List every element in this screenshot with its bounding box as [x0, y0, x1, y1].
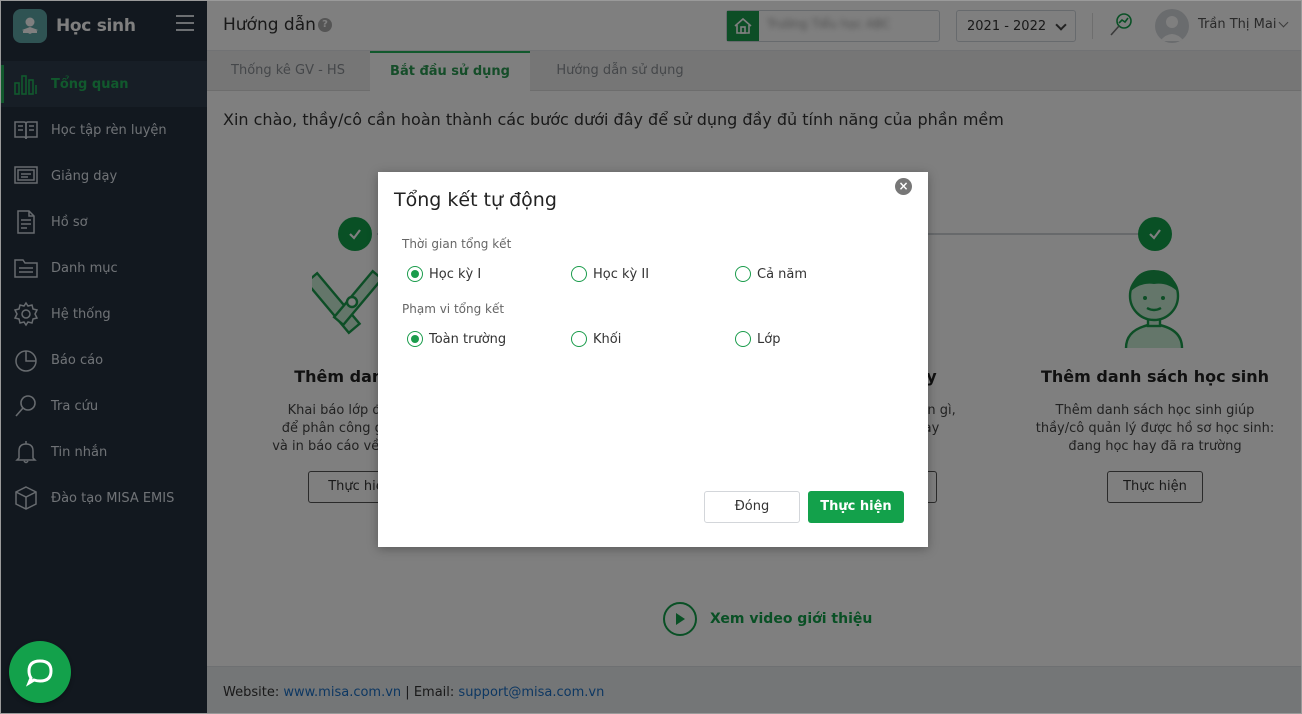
radio-label: Khối	[593, 331, 622, 347]
radio-lop[interactable]: Lớp	[735, 331, 780, 347]
cancel-button[interactable]: Đóng	[704, 491, 800, 523]
dialog-title: Tổng kết tự động	[394, 189, 557, 211]
summary-dialog: Tổng kết tự động × Thời gian tổng kết Họ…	[378, 172, 928, 547]
radio-checked-icon	[407, 266, 423, 282]
radio-label: Lớp	[757, 331, 781, 347]
close-icon[interactable]: ×	[895, 178, 912, 195]
radio-toan-truong[interactable]: Toàn trường	[407, 331, 506, 347]
chat-button[interactable]	[9, 641, 71, 703]
radio-unchecked-icon	[571, 331, 587, 347]
radio-label: Cả năm	[757, 266, 808, 282]
app-window: Học sinh Tổng quan Học tập rèn luyện Giả…	[0, 0, 1302, 714]
radio-label: Học kỳ II	[593, 266, 650, 282]
submit-button[interactable]: Thực hiện	[808, 491, 904, 523]
radio-hoc-ky-2[interactable]: Học kỳ II	[571, 266, 649, 282]
radio-khoi[interactable]: Khối	[571, 331, 621, 347]
radio-unchecked-icon	[571, 266, 587, 282]
radio-checked-icon	[407, 331, 423, 347]
radio-ca-nam[interactable]: Cả năm	[735, 266, 807, 282]
radio-unchecked-icon	[735, 331, 751, 347]
chat-bubble-icon	[25, 659, 53, 687]
radio-label: Học kỳ I	[429, 266, 482, 282]
radio-unchecked-icon	[735, 266, 751, 282]
scope-group-label: Phạm vi tổng kết	[402, 302, 505, 316]
radio-label: Toàn trường	[429, 331, 507, 347]
time-group-label: Thời gian tổng kết	[402, 237, 512, 251]
radio-hoc-ky-1[interactable]: Học kỳ I	[407, 266, 481, 282]
